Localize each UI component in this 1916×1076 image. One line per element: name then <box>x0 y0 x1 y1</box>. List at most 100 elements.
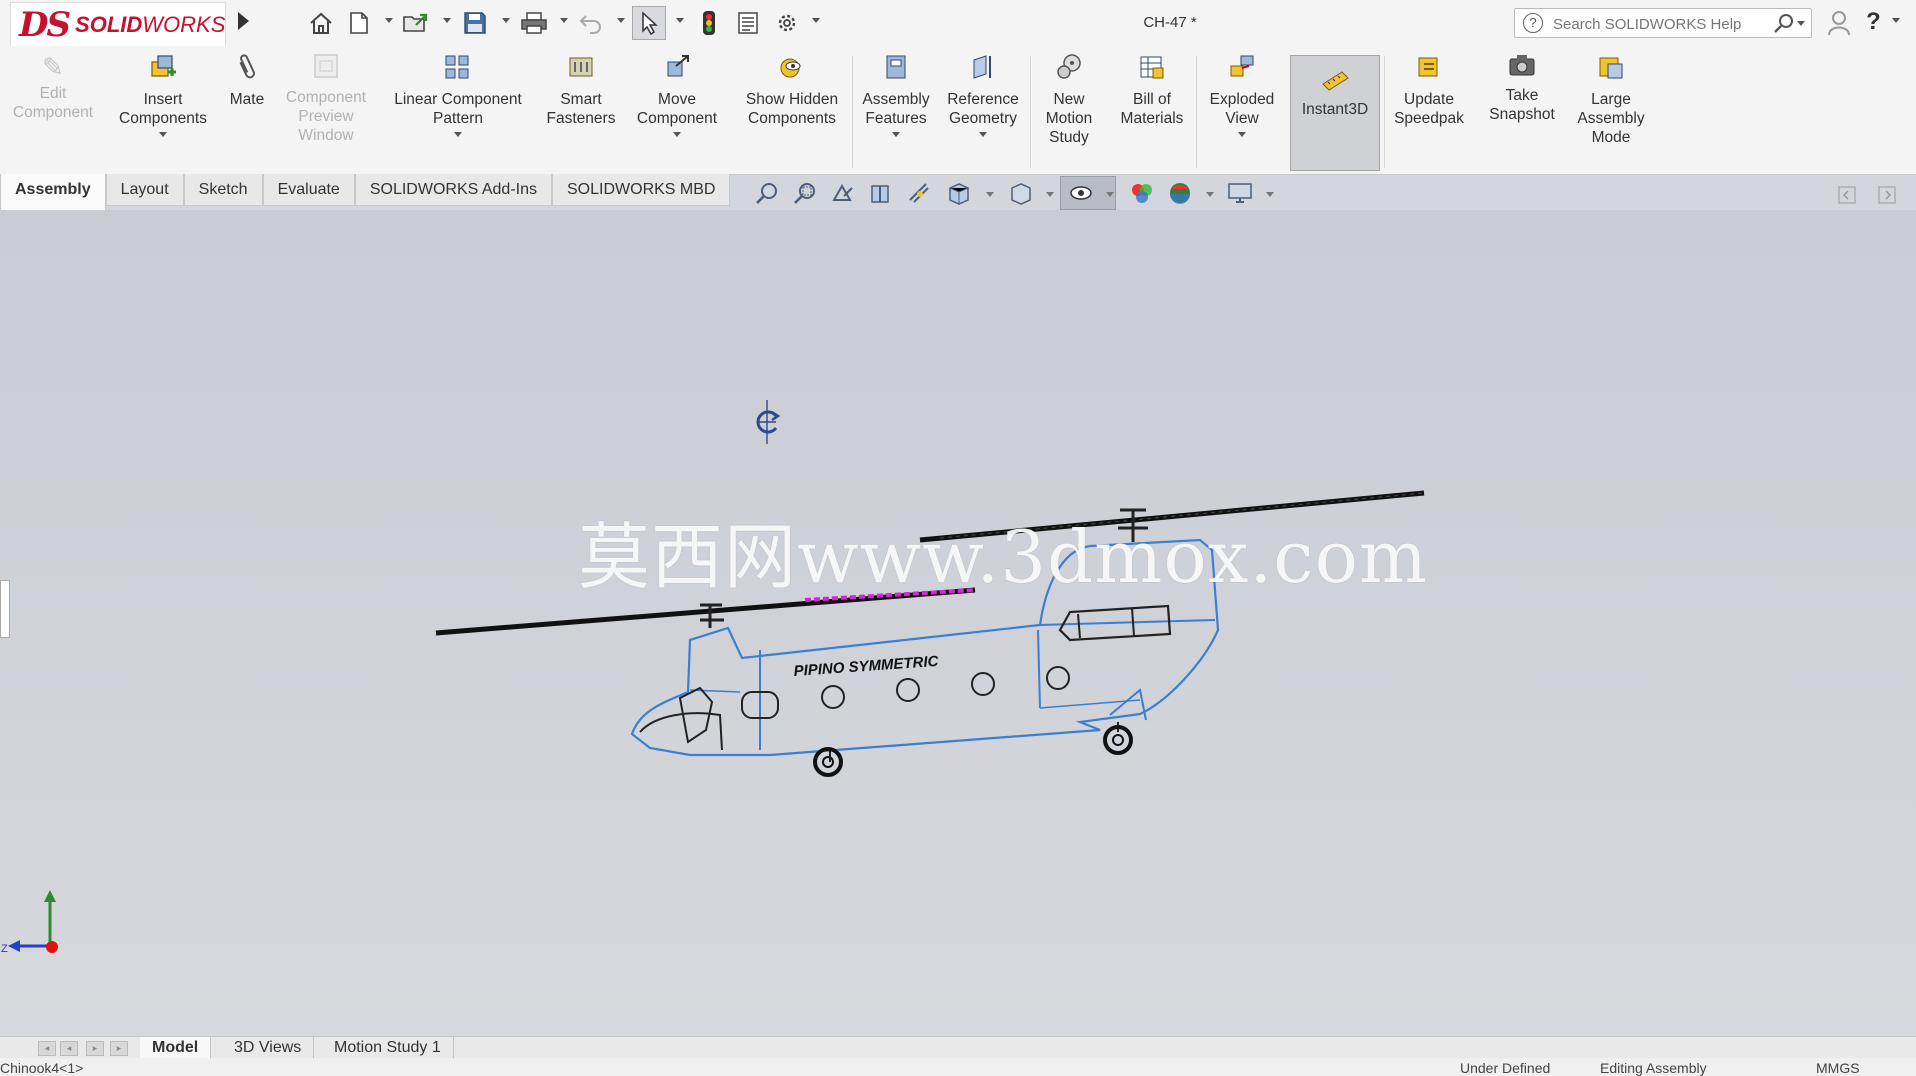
new-dropdown-icon[interactable] <box>385 18 393 23</box>
zoom-to-area-icon[interactable] <box>792 180 818 212</box>
graphics-area[interactable]: PIPINO SYMMETRIC Z 莫西网www.3dmox.com <box>0 210 1916 1036</box>
tab-solidworks-addins[interactable]: SOLIDWORKS Add-Ins <box>354 174 552 206</box>
take-snapshot-button[interactable]: Take Snapshot <box>1480 52 1564 124</box>
move-component-dropdown-icon[interactable] <box>673 132 681 137</box>
tab-sketch[interactable]: Sketch <box>183 174 263 206</box>
help-icon[interactable]: ? <box>1866 8 1881 36</box>
reference-geometry-dropdown-icon[interactable] <box>979 132 987 137</box>
search-input[interactable] <box>1551 13 1765 35</box>
apply-scene-dropdown-icon[interactable] <box>1206 192 1214 197</box>
new-motion-study-label: New Motion Study <box>1045 91 1093 146</box>
open-icon[interactable] <box>400 6 432 40</box>
mate-paperclip-icon <box>222 52 272 88</box>
show-hidden-components-label: Show Hidden Components <box>745 91 839 127</box>
home-icon[interactable] <box>306 6 336 40</box>
view-settings-dropdown-icon[interactable] <box>1266 192 1274 197</box>
search-icon[interactable] <box>1773 12 1795 40</box>
undo-icon[interactable] <box>576 6 606 40</box>
print-icon[interactable] <box>518 6 550 40</box>
menu-expand-arrow-icon[interactable] <box>238 12 249 30</box>
exploded-view-dropdown-icon[interactable] <box>1238 132 1246 137</box>
helicopter-model-viewport[interactable]: PIPINO SYMMETRIC Z <box>0 210 1916 1036</box>
edit-component-button[interactable]: ✎ Edit Component <box>4 52 102 122</box>
options-gear-icon[interactable] <box>772 6 802 40</box>
rebuild-icon[interactable] <box>696 6 722 40</box>
tab-evaluate[interactable]: Evaluate <box>262 174 355 206</box>
edit-appearance-icon[interactable] <box>1128 180 1156 212</box>
display-style-dropdown-icon[interactable] <box>1046 192 1054 197</box>
hide-show-dropdown-icon[interactable] <box>1106 192 1114 197</box>
update-speedpak-button[interactable]: Update Speedpak <box>1388 52 1470 128</box>
mate-button[interactable]: Mate <box>222 52 272 109</box>
help-dropdown-icon[interactable] <box>1892 18 1900 23</box>
insert-components-button[interactable]: Insert Components <box>108 52 218 137</box>
linear-pattern-dropdown-icon[interactable] <box>454 132 462 137</box>
open-dropdown-icon[interactable] <box>443 18 451 23</box>
new-document-icon[interactable] <box>346 6 372 40</box>
toolbar-separator <box>1384 56 1385 168</box>
search-dropdown-icon[interactable] <box>1797 21 1805 26</box>
cabin-window <box>971 672 995 696</box>
engine-intake <box>1077 613 1081 639</box>
insert-components-icon <box>108 52 218 88</box>
previous-view-icon[interactable] <box>830 180 856 212</box>
show-hidden-components-button[interactable]: Show Hidden Components <box>736 52 848 128</box>
dynamic-annotation-icon[interactable] <box>906 180 932 212</box>
smart-fasteners-icon <box>540 52 622 88</box>
last-tab-nav-icon[interactable]: ▸ <box>110 1041 128 1056</box>
tab-layout[interactable]: Layout <box>105 174 184 206</box>
help-search-box[interactable]: ? <box>1514 8 1812 38</box>
component-preview-window-button[interactable]: Component Preview Window <box>278 52 374 145</box>
reference-geometry-icon <box>940 52 1026 88</box>
logo-text-bold: SOLID <box>75 12 143 37</box>
collapse-left-panel-icon[interactable] <box>1838 184 1856 210</box>
options-dropdown-icon[interactable] <box>812 18 820 23</box>
assembly-features-icon <box>856 52 936 88</box>
bill-of-materials-button[interactable]: Bill of Materials <box>1112 52 1192 128</box>
status-units[interactable]: MMGS <box>1816 1060 1860 1076</box>
hide-show-items-icon[interactable] <box>1068 180 1094 212</box>
view-settings-icon[interactable] <box>1226 180 1254 212</box>
print-dropdown-icon[interactable] <box>560 18 568 23</box>
new-motion-study-button[interactable]: New Motion Study <box>1034 52 1104 147</box>
smart-fasteners-button[interactable]: Smart Fasteners <box>540 52 622 128</box>
motion-study-icon <box>1034 52 1104 88</box>
select-dropdown-icon[interactable] <box>676 18 684 23</box>
tab-assembly[interactable]: Assembly <box>0 174 106 210</box>
assembly-features-button[interactable]: Assembly Features <box>856 52 936 137</box>
solidworks-logo[interactable]: DS SOLIDWORKS <box>10 2 226 48</box>
view-orientation-dropdown-icon[interactable] <box>986 192 994 197</box>
tab-3d-views[interactable]: 3D Views <box>222 1037 315 1059</box>
file-properties-icon[interactable] <box>734 6 762 40</box>
task-pane-toggle-icon[interactable] <box>1878 184 1896 210</box>
reference-geometry-button[interactable]: Reference Geometry <box>940 52 1026 137</box>
tab-model[interactable]: Model <box>140 1037 212 1059</box>
zoom-to-fit-icon[interactable] <box>754 180 780 212</box>
tab-motion-study-1[interactable]: Motion Study 1 <box>322 1037 454 1059</box>
component-preview-window-label: Component Preview Window <box>285 89 367 144</box>
user-account-icon[interactable] <box>1828 10 1850 43</box>
assembly-features-dropdown-icon[interactable] <box>892 132 900 137</box>
instant3d-button[interactable]: Instant3D <box>1290 55 1380 171</box>
toolbar-separator <box>1030 56 1031 168</box>
select-arrow-icon[interactable] <box>632 6 666 40</box>
large-assembly-mode-button[interactable]: Large Assembly Mode <box>1570 52 1652 147</box>
tab-solidworks-mbd[interactable]: SOLIDWORKS MBD <box>552 174 731 206</box>
insert-components-dropdown-icon[interactable] <box>159 132 167 137</box>
apply-scene-icon[interactable] <box>1166 180 1194 212</box>
first-tab-nav-icon[interactable]: ◂ <box>38 1041 56 1056</box>
display-style-icon[interactable] <box>1008 180 1034 212</box>
large-assembly-mode-label: Large Assembly Mode <box>1577 91 1645 146</box>
prev-tab-nav-icon[interactable]: ◂ <box>60 1041 78 1056</box>
exploded-view-button[interactable]: Exploded View <box>1200 52 1284 137</box>
linear-component-pattern-button[interactable]: Linear Component Pattern <box>382 52 534 137</box>
view-orientation-icon[interactable] <box>946 180 972 212</box>
exploded-view-icon <box>1200 52 1284 88</box>
move-component-button[interactable]: Move Component <box>626 52 728 137</box>
undo-dropdown-icon[interactable] <box>617 18 625 23</box>
reference-geometry-label: Reference Geometry <box>947 91 1019 127</box>
section-view-icon[interactable] <box>868 180 894 212</box>
save-icon[interactable] <box>460 6 490 40</box>
next-tab-nav-icon[interactable]: ▸ <box>86 1041 104 1056</box>
save-dropdown-icon[interactable] <box>502 18 510 23</box>
